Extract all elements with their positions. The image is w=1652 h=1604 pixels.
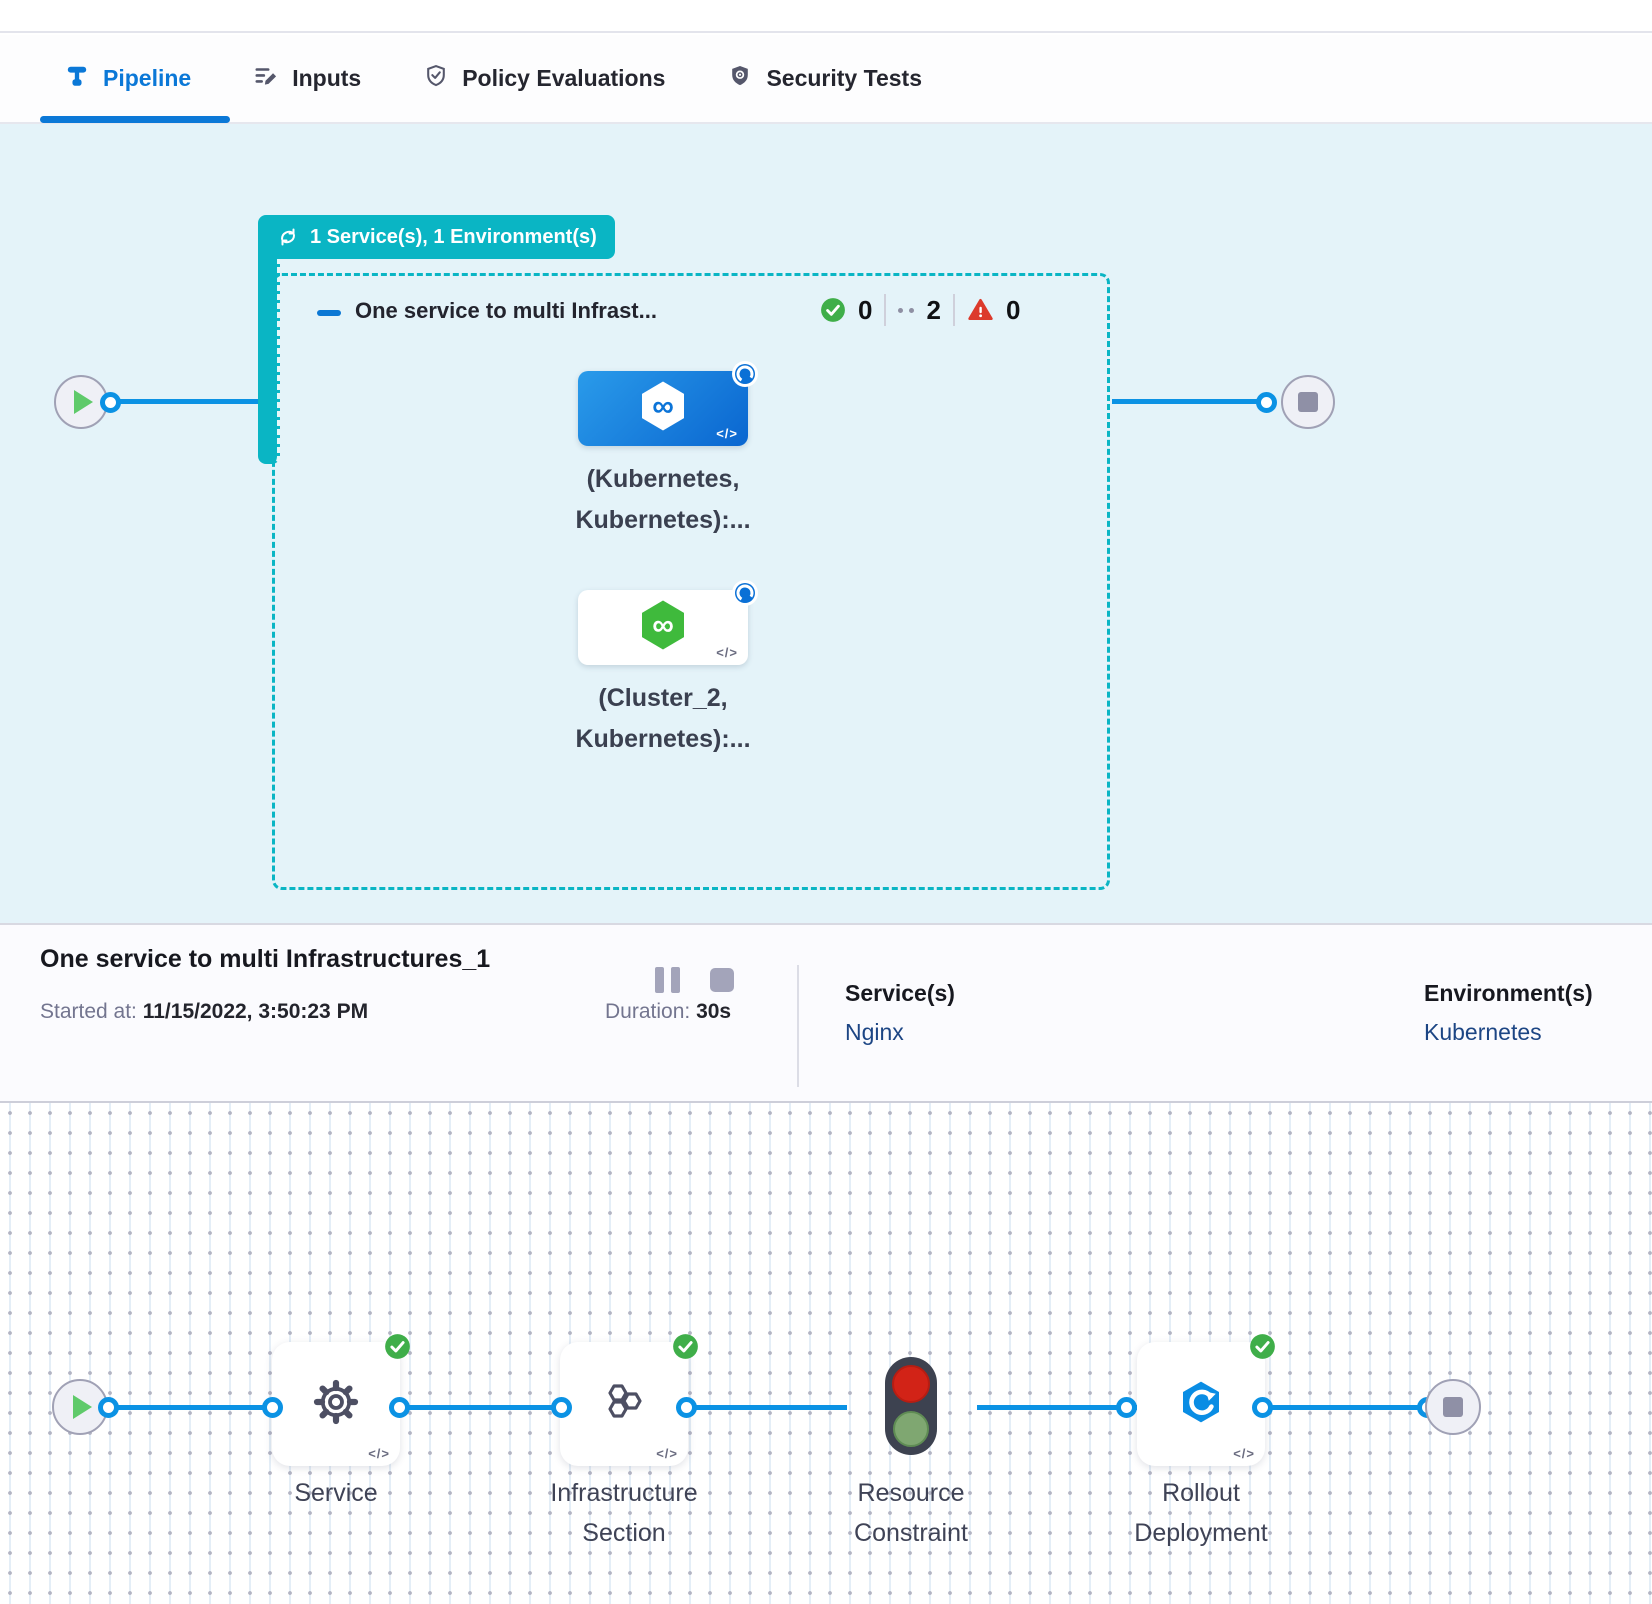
services-environments-badge[interactable]: 1 Service(s), 1 Environment(s) — [258, 215, 615, 259]
started-at: Started at: 11/15/2022, 3:50:23 PM — [40, 1000, 368, 1024]
failed-status-icon — [967, 297, 994, 323]
inputs-icon — [253, 63, 279, 95]
running-spinner-icon — [730, 578, 760, 613]
abort-button[interactable] — [710, 968, 734, 992]
divider — [797, 965, 799, 1087]
tab-policy-evaluations[interactable]: Policy Evaluations — [423, 63, 665, 95]
code-badge: </> — [656, 1446, 678, 1461]
execution-end-node — [1425, 1379, 1481, 1435]
connector-dot — [1116, 1397, 1137, 1418]
connector-dot — [1252, 1397, 1273, 1418]
security-shield-icon — [727, 63, 753, 95]
traffic-light-green — [893, 1411, 929, 1447]
step-rollout-deployment[interactable]: </> — [1137, 1342, 1265, 1466]
pipeline-end-node — [1281, 375, 1335, 429]
execution-tabbar: Pipeline Inputs Policy Evaluations — [0, 35, 1652, 124]
tab-label: Policy Evaluations — [462, 65, 665, 92]
services-block: Service(s) Nginx — [845, 980, 955, 1046]
code-badge: </> — [368, 1446, 390, 1461]
connector-dot — [676, 1397, 697, 1418]
step-label-service: Service — [206, 1473, 466, 1513]
pending-count: 2 — [926, 295, 940, 326]
step-execution-canvas: </> Service </> Infrastructure Section — [0, 1103, 1652, 1604]
failed-count: 0 — [1006, 295, 1020, 326]
deploy-node-label: (Kubernetes, Kubernetes):... — [533, 459, 793, 541]
duration: Duration: 30s — [605, 1000, 731, 1024]
pipeline-icon — [64, 63, 90, 95]
gear-icon — [312, 1378, 360, 1431]
play-icon — [74, 390, 93, 414]
tab-inputs[interactable]: Inputs — [253, 63, 361, 95]
traffic-light-red — [892, 1365, 930, 1403]
tab-label: Security Tests — [766, 65, 922, 92]
tab-pipeline[interactable]: Pipeline — [64, 63, 191, 95]
rollout-icon — [1177, 1378, 1225, 1431]
step-infrastructure-section[interactable]: </> — [560, 1342, 688, 1466]
divider — [884, 294, 886, 326]
badge-label: 1 Service(s), 1 Environment(s) — [310, 226, 597, 249]
connector-dot — [262, 1397, 283, 1418]
step-label-resource-constraint: Resource Constraint — [781, 1473, 1041, 1553]
step-resource-constraint traffic-light-icon[interactable] — [885, 1357, 937, 1455]
hexagons-icon — [600, 1378, 648, 1431]
execution-title: One service to multi Infrastructures_1 — [40, 945, 490, 974]
environments-label: Environment(s) — [1424, 980, 1593, 1007]
success-count: 0 — [858, 295, 872, 326]
environments-block: Environment(s) Kubernetes — [1424, 980, 1593, 1046]
connector-dot — [98, 1397, 119, 1418]
svg-text:∞: ∞ — [652, 390, 674, 423]
tab-label: Inputs — [292, 65, 361, 92]
step-label-infrastructure-section: Infrastructure Section — [494, 1473, 754, 1553]
step-service[interactable]: </> — [272, 1342, 400, 1466]
loop-icon — [276, 225, 300, 249]
flow-line-right — [1112, 399, 1267, 404]
code-badge: </> — [716, 645, 738, 660]
pause-button[interactable] — [655, 967, 680, 993]
harness-service-icon: ∞ — [635, 378, 691, 439]
pending-status-icon — [898, 308, 914, 313]
tab-security-tests[interactable]: Security Tests — [727, 63, 922, 95]
stage-status-counts: 0 2 0 — [820, 294, 1020, 326]
success-check-icon — [1249, 1333, 1276, 1360]
success-check-icon — [672, 1333, 699, 1360]
stage-group-title: One service to multi Infrast... — [355, 298, 657, 324]
connector-dot — [551, 1397, 572, 1418]
running-spinner-icon — [730, 359, 760, 394]
connector-dot — [100, 392, 121, 413]
policy-shield-icon — [423, 63, 449, 95]
flow-line-left — [112, 399, 274, 404]
tab-label: Pipeline — [103, 65, 191, 92]
play-icon — [73, 1395, 92, 1419]
success-check-icon — [384, 1333, 411, 1360]
services-label: Service(s) — [845, 980, 955, 1007]
connector-dot — [389, 1397, 410, 1418]
flow-line-a — [110, 1405, 847, 1410]
connector-dot — [1256, 392, 1277, 413]
deploy-node-label: (Cluster_2, Kubernetes):... — [533, 678, 793, 760]
service-link-nginx[interactable]: Nginx — [845, 1019, 955, 1046]
window-top-strip — [0, 0, 1652, 33]
environment-link-kubernetes[interactable]: Kubernetes — [1424, 1019, 1593, 1046]
step-label-rollout-deployment: Rollout Deployment — [1071, 1473, 1331, 1553]
collapse-group-button[interactable] — [317, 310, 341, 316]
execution-details-bar: One service to multi Infrastructures_1 S… — [0, 923, 1652, 1103]
success-status-icon — [820, 297, 846, 323]
harness-cluster-icon: ∞ — [635, 597, 691, 658]
stop-icon — [1298, 392, 1318, 412]
svg-text:∞: ∞ — [652, 609, 674, 642]
multi-deploy-stage-group: One service to multi Infrast... 0 2 0 — [272, 273, 1110, 890]
divider — [953, 294, 955, 326]
active-tab-underline — [40, 116, 230, 123]
deploy-node-kubernetes[interactable]: ∞ </> — [578, 371, 748, 446]
deploy-node-cluster2[interactable]: ∞ </> — [578, 590, 748, 665]
stop-icon — [1443, 1397, 1463, 1417]
code-badge: </> — [1233, 1446, 1255, 1461]
pipeline-stage-canvas: One service to multi Infrast... 0 2 0 — [0, 124, 1652, 923]
code-badge: </> — [716, 426, 738, 441]
